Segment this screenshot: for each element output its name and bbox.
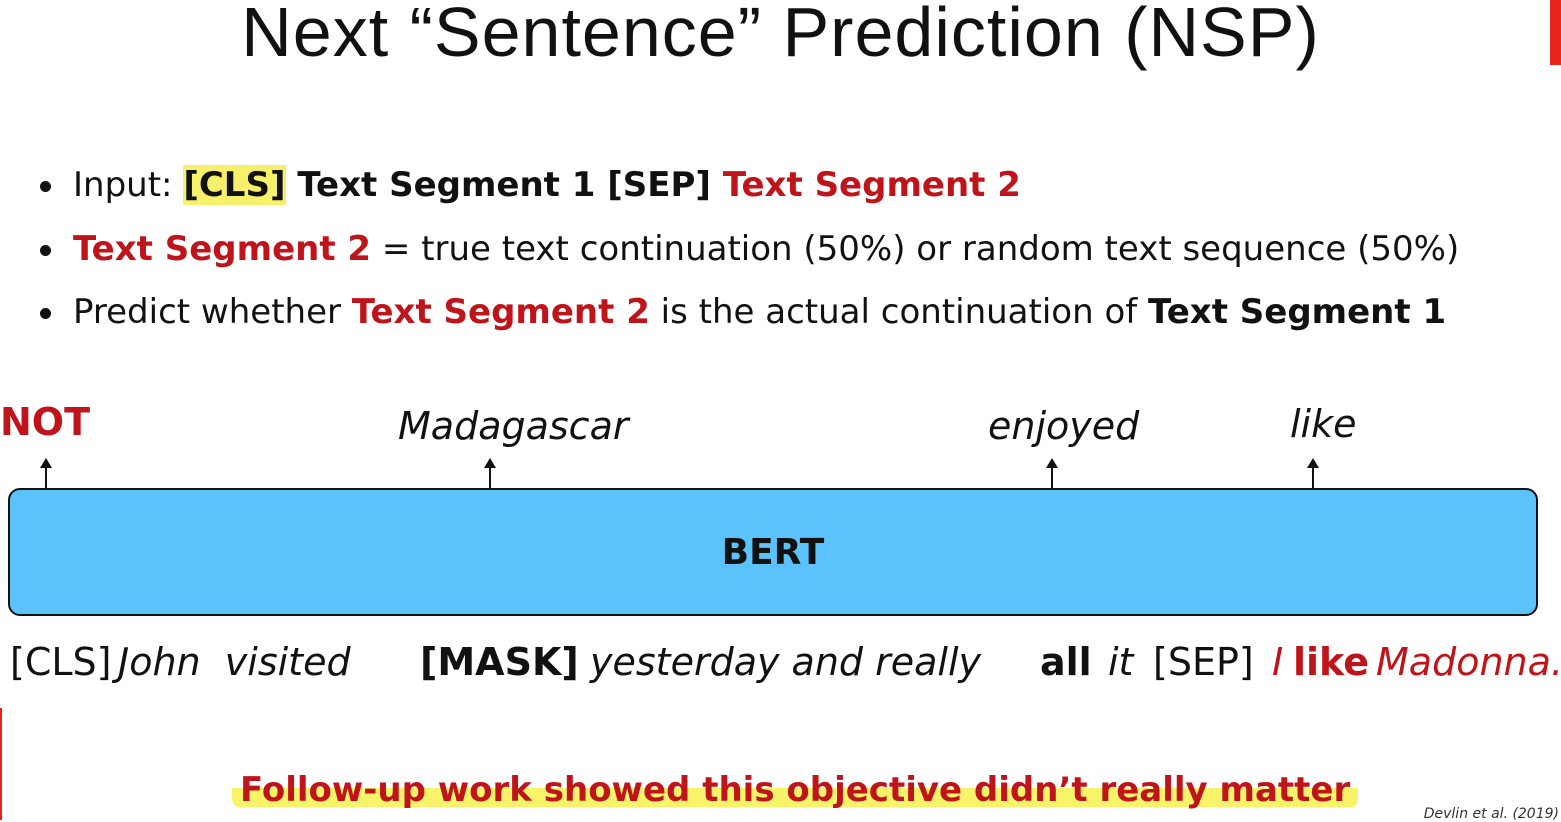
bullet-text: = true text continuation (50%) or random… (371, 229, 1460, 269)
bullet-text: Input: (73, 165, 184, 205)
token-sep: [SEP] (1153, 640, 1254, 684)
bullet-dot (40, 181, 51, 192)
slide-title: Next “Sentence” Prediction (NSP) (241, 0, 1320, 71)
token-mask: [MASK] (420, 640, 579, 684)
arrow-up-icon (40, 458, 52, 488)
arrow-up-icon (1307, 458, 1319, 488)
slide-edge-red (0, 708, 2, 820)
segment2-text: Text Segment 2 (351, 292, 650, 332)
segment1-text: Text Segment 1 [SEP] (285, 165, 723, 205)
segment1-text: Text Segment 1 (1148, 292, 1447, 332)
cls-token-highlight: [CLS] (183, 165, 286, 205)
arrow-up-icon (484, 458, 496, 488)
bullet-text: is the actual continuation of (649, 292, 1149, 332)
segment2-text: Text Segment 2 (722, 165, 1021, 205)
footer-note: Follow-up work showed this objective did… (232, 770, 1359, 810)
segment2-text: Text Segment 2 (73, 229, 372, 269)
bert-model-box: BERT (8, 488, 1538, 616)
output-like: like (1290, 402, 1357, 446)
output-not: NOT (0, 400, 91, 444)
token-i: I (1272, 640, 1284, 684)
bullet-segment2: Text Segment 2 = true text continuation … (40, 229, 1459, 269)
token-it: it (1108, 640, 1134, 684)
bullet-dot (40, 245, 51, 256)
token-all: all (1040, 640, 1092, 684)
bert-label: BERT (721, 531, 825, 573)
token-john-visited: John visited (118, 640, 351, 684)
bullet-input: Input: [CLS] Text Segment 1 [SEP] Text S… (40, 165, 1021, 205)
output-madagascar: Madagascar (398, 404, 629, 448)
token-cls: [CLS] (10, 640, 112, 684)
arrow-up-icon (1046, 458, 1058, 488)
token-madonna: Madonna. (1376, 640, 1561, 684)
bullet-dot (40, 308, 51, 319)
token-like: like (1293, 640, 1370, 684)
token-yesterday: yesterday and really (590, 640, 982, 684)
output-enjoyed: enjoyed (988, 404, 1140, 448)
bullet-predict: Predict whether Text Segment 2 is the ac… (40, 292, 1446, 332)
bullet-text: Predict whether (73, 292, 352, 332)
